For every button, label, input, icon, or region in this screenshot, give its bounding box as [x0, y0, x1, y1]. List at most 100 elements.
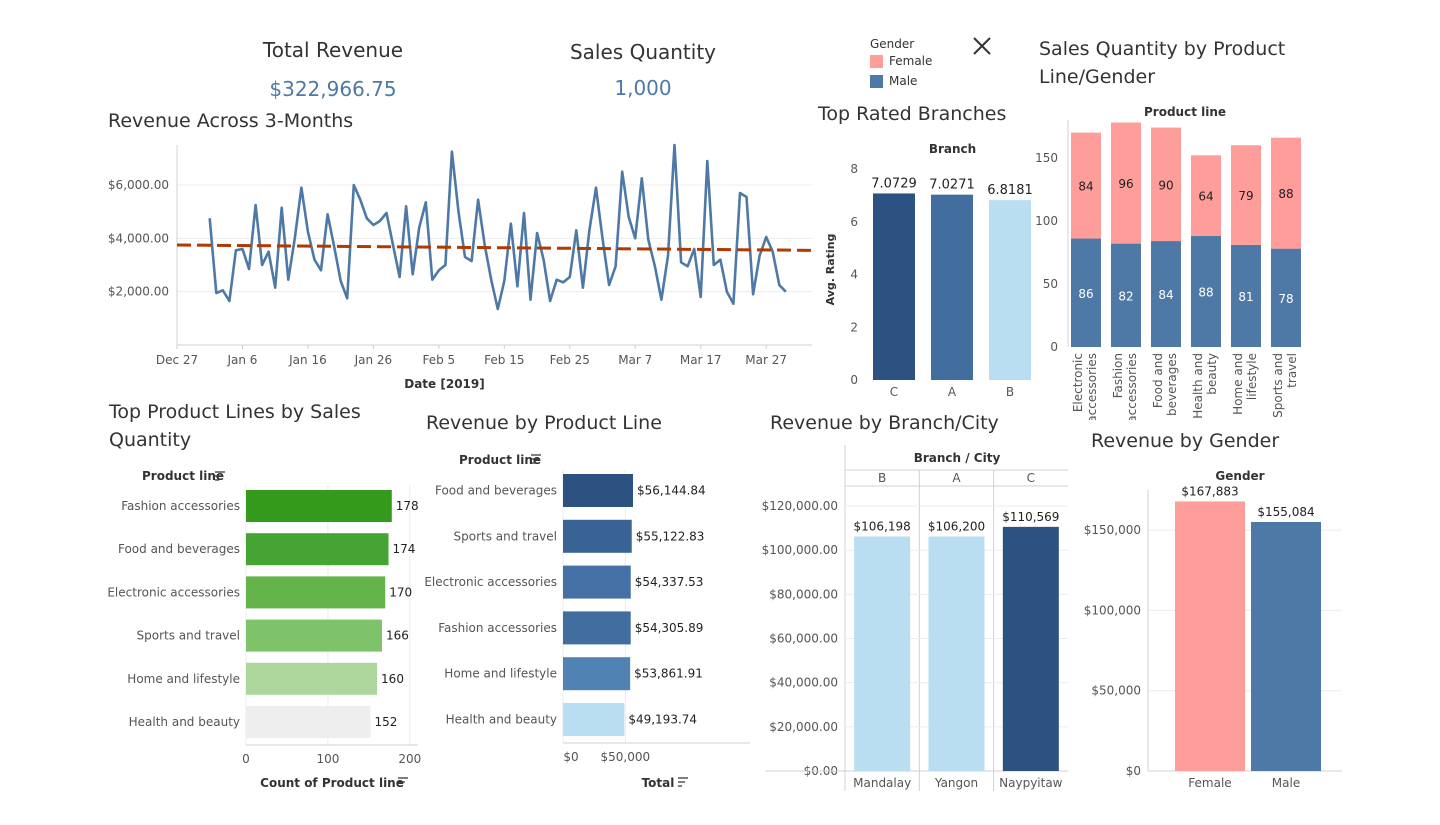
branch-city-header: Branch / City	[914, 451, 1001, 465]
y-tick-label: Home and lifestyle	[127, 672, 240, 686]
revenue-by-gender-chart[interactable]: Gender $0 $50,000 $100,000 $150,000 $167,883 F…	[1080, 460, 1350, 800]
x-axis-title: Total	[642, 776, 675, 790]
male-data-label: 88	[1198, 286, 1213, 300]
bar-data-label: $56,144.84	[637, 484, 706, 498]
x-tick-label: Feb 25	[550, 353, 590, 367]
bar-data-label: 178	[396, 499, 419, 513]
x-tick-label: beverages	[1165, 353, 1179, 416]
quantity-bar	[246, 533, 389, 566]
male-data-label: 86	[1078, 287, 1093, 301]
y-tick-label: 0	[850, 373, 858, 387]
gender-legend[interactable]: Gender Female Male	[870, 37, 932, 91]
x-tick-label: Jan 16	[288, 353, 327, 367]
y-tick-label: 50	[1043, 277, 1058, 291]
y-tick-label: $6,000.00	[108, 178, 169, 192]
product-line-header: Product line	[459, 453, 541, 467]
y-tick-label: $40,000.00	[769, 676, 838, 690]
total-revenue-title: Total Revenue	[262, 38, 404, 62]
x-tick-label: travel	[1285, 353, 1299, 388]
revenue-bar	[563, 565, 631, 599]
y-tick-label: 6	[850, 215, 858, 229]
revenue-by-line-chart[interactable]: Product line $0 $50,000 Total $56,144.84 Food…	[420, 445, 760, 800]
x-tick-label: Mar 7	[618, 353, 652, 367]
y-tick-label: Health and beauty	[129, 715, 240, 729]
x-tick-label: Mandalay	[853, 776, 911, 790]
x-tick-label: Food and	[1151, 353, 1165, 408]
x-tick-label: Male	[1272, 776, 1300, 790]
y-tick-label: Home and lifestyle	[444, 667, 557, 681]
y-tick-label: $100,000.00	[762, 543, 838, 557]
y-tick-label: $2,000.00	[108, 285, 169, 299]
male-data-label: 81	[1238, 290, 1253, 304]
top-lines-qty-chart[interactable]: Product line 0 100 200 Count of Product line…	[100, 460, 430, 800]
bar-data-label: 166	[386, 629, 409, 643]
bar-data-label: 152	[374, 715, 397, 729]
bar-data-label: $167,883	[1181, 484, 1238, 498]
female-data-label: 88	[1278, 187, 1293, 201]
top-lines-qty-title: Top Product Lines by Sales Quantity	[109, 401, 361, 451]
legend-item-female[interactable]: Female	[870, 51, 932, 71]
branch-bar	[873, 193, 915, 380]
y-tick-label: 0	[1050, 340, 1058, 354]
x-tick-label: Mar 27	[745, 353, 787, 367]
revenue-series-line	[208, 143, 787, 311]
y-tick-label: Fashion accessories	[438, 621, 557, 635]
y-tick-label: Health and beauty	[446, 713, 557, 727]
branch-label: C	[1027, 471, 1035, 485]
trend-line	[176, 243, 813, 252]
bar-data-label: $53,861.91	[634, 667, 703, 681]
branch-header: Branch	[929, 142, 976, 156]
revenue-by-branch-chart[interactable]: Branch / City$0.00$20,000.00$40,000.00$6…	[760, 440, 1080, 800]
branch-revenue-bar	[854, 536, 911, 771]
branch-label: A	[952, 471, 961, 485]
branch-bar	[989, 200, 1031, 380]
bar-data-label: 170	[389, 585, 412, 599]
branch-revenue-bar	[1002, 526, 1059, 771]
quantity-bar	[246, 662, 378, 695]
y-axis-title: Avg. Rating	[824, 234, 837, 306]
bar-data-label: $49,193.74	[628, 713, 697, 727]
gender-revenue-bar	[1175, 501, 1245, 771]
x-tick-label: accessories	[1085, 353, 1099, 420]
x-tick-label: beauty	[1205, 353, 1219, 395]
qty-by-line-gender-chart[interactable]: Product line0501001508684Electronic acces…	[1030, 95, 1330, 420]
x-tick-label: Sports and	[1271, 353, 1285, 418]
qty-by-line-gender-title: Sales Quantity by Product Line/Gender	[1039, 38, 1286, 88]
y-tick-label: Electronic accessories	[107, 585, 240, 599]
y-tick-label: Sports and travel	[454, 529, 557, 543]
male-data-label: 78	[1278, 292, 1293, 306]
close-icon[interactable]	[971, 35, 993, 57]
female-data-label: 90	[1158, 178, 1173, 192]
y-tick-label: 2	[850, 320, 858, 334]
x-tick-label: Feb 15	[484, 353, 524, 367]
legend-swatch-male	[870, 74, 883, 88]
top-branches-title: Top Rated Branches	[818, 103, 1007, 125]
bar-data-label: $155,084	[1257, 505, 1314, 519]
legend-label-female: Female	[889, 54, 933, 68]
y-tick-label: $4,000.00	[108, 231, 169, 245]
x-tick-label: $50,000	[601, 750, 651, 764]
revenue-trend-chart[interactable]: $2,000.00 $4,000.00 $6,000.00 Dec 27 Jan 6 Ja…	[100, 135, 820, 400]
x-tick-label: Jan 6	[226, 353, 257, 367]
y-tick-label: $80,000.00	[769, 587, 838, 601]
top-branches-chart[interactable]: Branch 0 2 4 6 8 Avg. Rating 7.0729 C 7.0271 A 6.81…	[810, 135, 1040, 400]
y-tick-label: $100,000	[1084, 603, 1141, 617]
x-tick-label: Naypyitaw	[999, 776, 1063, 790]
x-axis-title: Count of Product line	[260, 776, 404, 790]
y-tick-label: $0	[1126, 764, 1141, 778]
revenue-by-gender-title: Revenue by Gender	[1091, 430, 1280, 452]
y-tick-label: Sports and travel	[137, 629, 240, 643]
legend-item-male[interactable]: Male	[870, 71, 932, 91]
bar-data-label: $110,569	[1002, 510, 1059, 524]
quantity-bar	[246, 576, 386, 609]
y-tick-label: $120,000.00	[762, 499, 838, 513]
x-axis-title: Date [2019]	[404, 377, 484, 391]
x-tick-label: accessories	[1125, 353, 1139, 420]
bar-data-label: 6.8181	[987, 183, 1033, 198]
bar-data-label: 160	[381, 672, 404, 686]
x-tick-label: 200	[398, 752, 421, 766]
y-tick-label: Food and beverages	[435, 484, 557, 498]
bar-data-label: $54,337.53	[635, 575, 704, 589]
sort-icon	[678, 777, 688, 787]
x-tick-label: B	[1006, 385, 1014, 399]
